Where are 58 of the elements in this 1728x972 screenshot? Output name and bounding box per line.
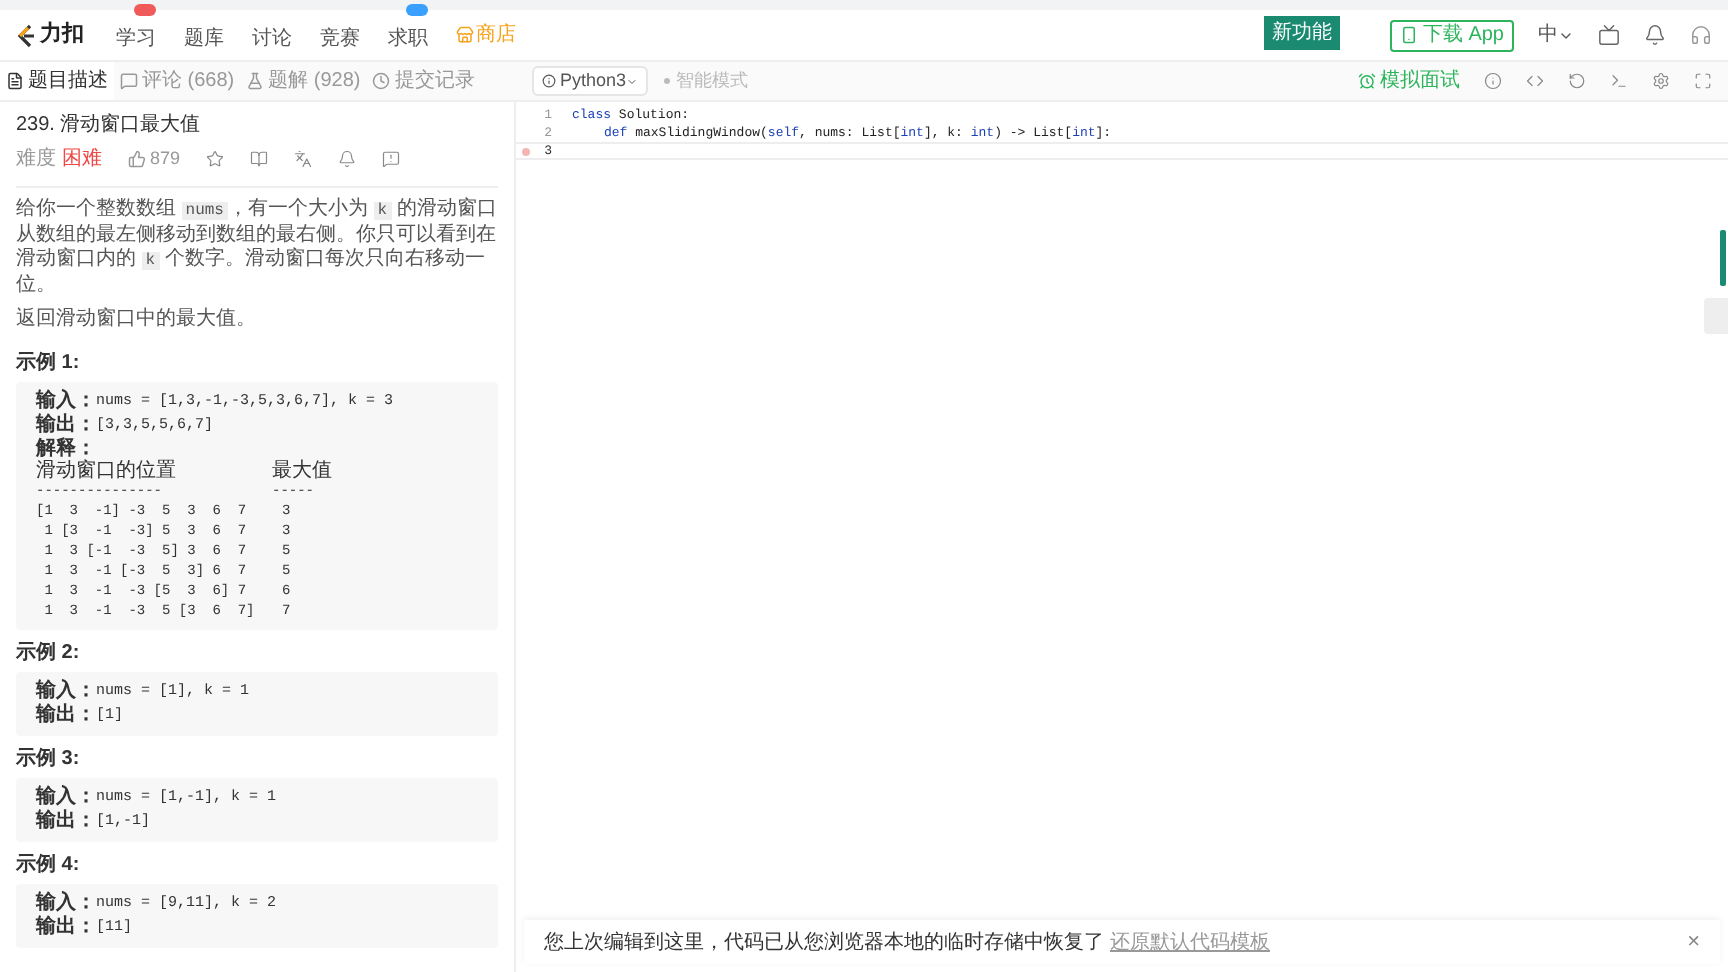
notice-text: 您上次编辑到这里，代码已从您浏览器本地的临时存储中恢复了 [544,929,1104,957]
output-label: 输出： [36,916,96,940]
translate-icon[interactable] [294,150,313,168]
example-title: 示例 3: [16,748,80,772]
logo-text[interactable]: 力扣 [40,18,84,52]
scrollbar-thumb[interactable] [1720,230,1726,286]
difficulty-label: 难度 [16,145,56,174]
input-label: 输入： [36,390,96,413]
tab[interactable]: 题目描述 [0,62,114,100]
problem-title: 239. 滑动窗口最大值 [16,112,201,138]
new-feature-ribbon[interactable]: 新功能 [1264,16,1340,50]
example-title: 示例 1: [16,352,80,376]
example-title: 示例 4: [16,854,80,878]
output-label: 输出： [36,704,96,728]
description-paragraph: 给你一个整数数组 nums ，有一个大小为 k 的滑动窗口从数组的最左侧移动到数组的最右侧。你只可以看到在滑动窗口内的 k 个数字。滑动窗口每次只向右移动一位。 [16,198,498,298]
language-dropdown[interactable]: Python3 [532,66,648,96]
code-icon[interactable] [1526,72,1544,90]
comment-icon [120,72,138,90]
nav-link[interactable]: 求职 [388,27,428,49]
document-icon [6,72,24,90]
logo-icon[interactable] [16,23,36,47]
close-button[interactable]: × [1687,925,1700,959]
console-icon[interactable] [1610,72,1628,90]
output-label: 输出： [36,414,96,437]
nav-link[interactable]: 学习 [116,27,156,49]
dot-icon [664,78,670,84]
feedback-icon[interactable] [382,150,401,168]
output-label: 输出： [36,810,96,834]
star-icon[interactable] [206,150,225,168]
input-label: 输入： [36,680,96,703]
description-paragraph: 返回滑动窗口中的最大值。 [16,308,258,332]
column-header: 最大值 [272,462,332,482]
alarm-clock-icon [1358,72,1376,90]
difficulty-tag: 困难 [62,144,102,174]
fullscreen-icon[interactable] [1694,72,1712,90]
column-header: 滑动窗口的位置 [36,462,178,482]
nav-link[interactable]: 讨论 [252,27,292,49]
reset-icon[interactable] [1568,72,1586,90]
input-label: 输入： [36,892,96,915]
phone-icon [1400,26,1419,44]
book-icon[interactable] [250,150,269,168]
bell-icon[interactable] [338,150,357,168]
video-icon[interactable] [1598,24,1620,46]
language-selector[interactable]: 中 [1538,20,1574,50]
clock-icon [372,72,391,90]
nav-link[interactable]: 竞赛 [320,27,360,49]
info-icon [542,74,556,88]
like-count: 879 [150,145,181,172]
notification-icon[interactable] [1644,24,1666,46]
like-icon[interactable] [128,150,146,168]
flask-icon [246,72,265,90]
explanation-label: 解释： [36,438,96,460]
store-icon [456,26,474,44]
nav-link[interactable]: 题库 [184,27,224,49]
input-label: 输入： [36,786,96,809]
example-title: 示例 2: [16,642,80,666]
settings-icon[interactable] [1652,72,1670,90]
info-icon[interactable] [1484,72,1502,90]
